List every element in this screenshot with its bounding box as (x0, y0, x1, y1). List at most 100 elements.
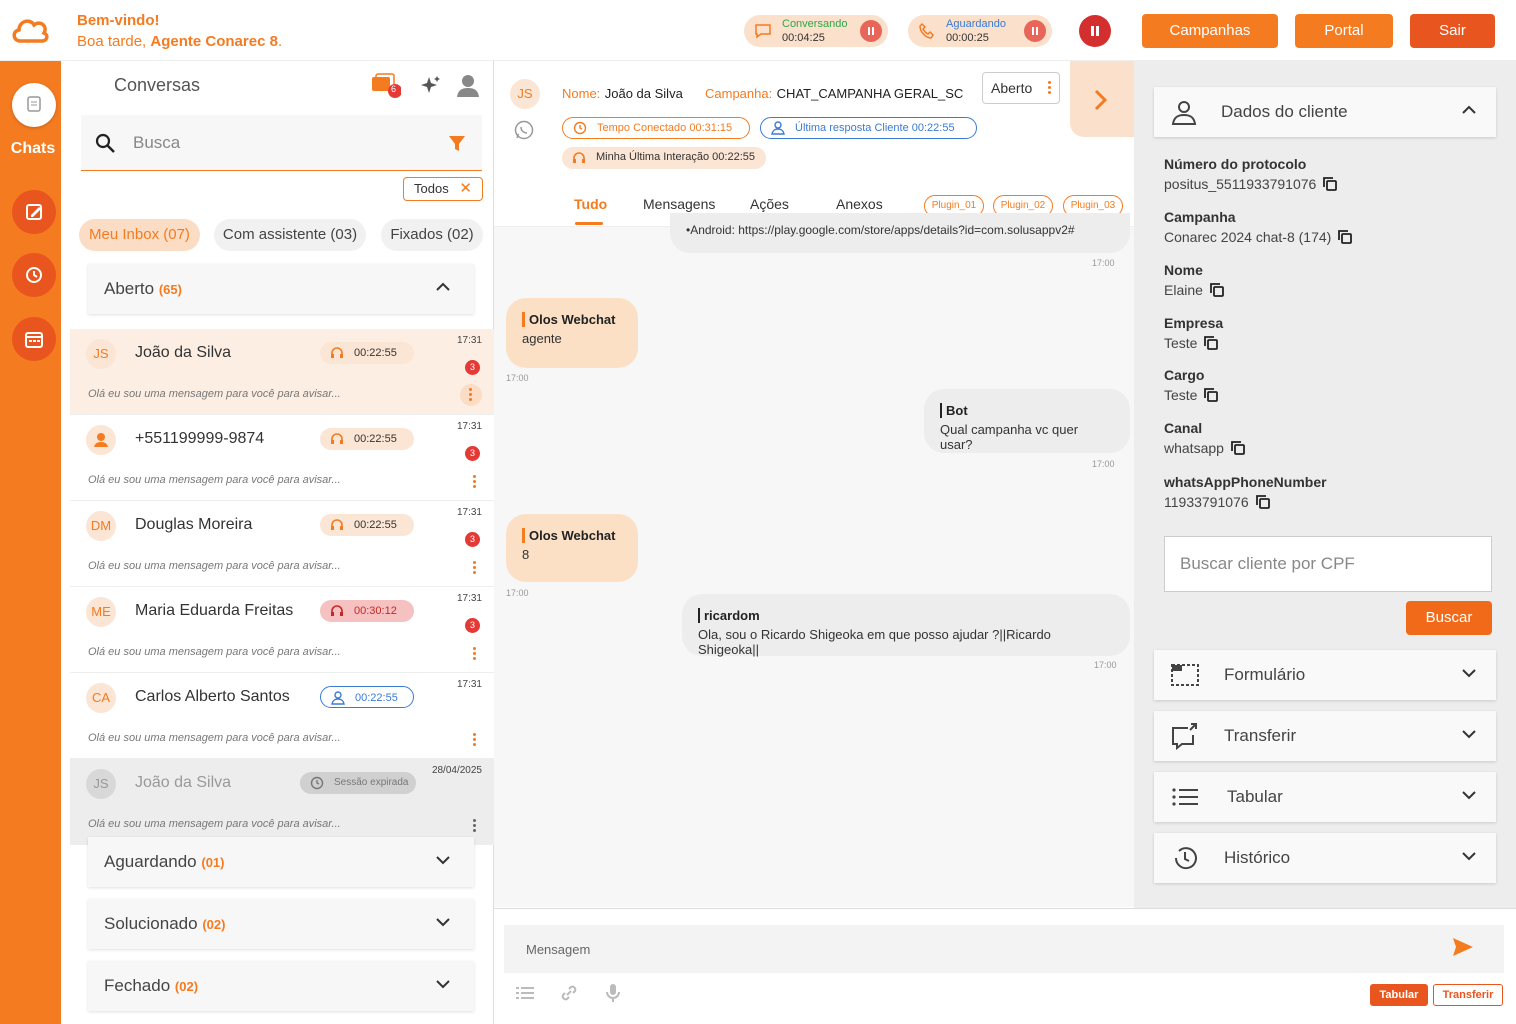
campaigns-button[interactable]: Campanhas (1142, 14, 1278, 48)
filter-chip-todos[interactable]: Todos ✕ (403, 177, 483, 201)
close-icon[interactable]: ✕ (459, 178, 472, 200)
filter-icon[interactable] (448, 135, 466, 153)
conversation-item-expired[interactable]: JS João da Silva Sessão expirada 28/04/2… (70, 759, 494, 845)
chevron-down-icon (436, 917, 450, 927)
more-options-icon[interactable] (473, 733, 476, 747)
tab-tudo[interactable]: Tudo (574, 196, 607, 212)
section-tabular[interactable]: Tabular (1154, 772, 1496, 822)
timer-badge-overdue: 00:30:12 (320, 600, 414, 622)
unread-badge: 3 (465, 618, 480, 633)
tab-fixados[interactable]: Fixados (02) (381, 219, 483, 251)
copy-icon[interactable] (1209, 282, 1225, 298)
search-client-button[interactable]: Buscar (1406, 601, 1492, 635)
whatsapp-icon (513, 119, 535, 141)
conversation-item[interactable]: ME Maria Eduarda Freitas 00:30:12 17:31 … (70, 587, 494, 673)
contact-name: Maria Eduarda Freitas (135, 602, 294, 619)
pause-chatting-button[interactable] (860, 20, 882, 42)
tab-com-assistente[interactable]: Com assistente (03) (214, 219, 366, 251)
more-options-icon[interactable] (473, 819, 476, 833)
timer-badge: 00:22:55 (320, 342, 414, 364)
notif-badge: 6 (391, 84, 397, 94)
more-vert-icon (1048, 81, 1051, 96)
chats-label: Chats (10, 140, 56, 157)
contact-name: João da Silva (135, 344, 232, 361)
list-icon[interactable] (516, 985, 534, 1001)
message-bubble-in: Olos Webchat 8 (506, 514, 638, 582)
more-options-icon[interactable] (473, 647, 476, 661)
conversation-item[interactable]: DM Douglas Moreira 00:22:55 17:31 3 Olá … (70, 501, 494, 587)
calendar-icon (25, 332, 43, 348)
preview: Olá eu sou uma mensagem para você para a… (88, 474, 341, 486)
pause-all-button[interactable] (1079, 15, 1111, 47)
user-assign-icon[interactable] (454, 72, 482, 98)
message-input[interactable] (504, 925, 1504, 973)
chevron-down-icon (436, 855, 450, 865)
campaign-name: CHAT_CAMPANHA GERAL_SC (776, 86, 964, 101)
microphone-icon[interactable] (605, 983, 621, 1003)
timer-badge: 00:22:55 (320, 686, 414, 708)
pause-waiting-button[interactable] (1024, 20, 1046, 42)
left-rail: Chats (0, 61, 61, 1024)
conversation-item[interactable]: CA Carlos Alberto Santos 00:22:55 17:31 … (70, 673, 494, 759)
exit-button[interactable]: Sair (1410, 14, 1495, 48)
history-icon (1170, 844, 1200, 872)
status-dropdown[interactable]: Aberto (982, 72, 1060, 104)
contact-name: João da Silva (135, 774, 232, 791)
headset-icon (330, 518, 344, 532)
edit-nav-button[interactable] (12, 190, 56, 234)
copy-icon[interactable] (1203, 387, 1219, 403)
clock-icon (310, 776, 324, 790)
search-input[interactable] (133, 133, 433, 153)
headset-icon (572, 151, 586, 165)
section-aberto[interactable]: Aberto (65) (88, 264, 474, 314)
tab-acoes[interactable]: Ações (750, 196, 789, 212)
more-options-icon[interactable] (473, 561, 476, 575)
portal-button[interactable]: Portal (1295, 14, 1393, 48)
chevron-down-icon (1462, 729, 1476, 739)
transferir-button[interactable]: Transferir (1433, 984, 1503, 1006)
cpf-search-input[interactable]: Buscar cliente por CPF (1164, 536, 1492, 592)
send-icon[interactable] (1452, 937, 1474, 957)
chevron-right-icon (1094, 89, 1108, 111)
more-options-icon[interactable] (473, 475, 476, 489)
history-icon (26, 267, 42, 283)
copy-icon[interactable] (1337, 229, 1353, 245)
avatar: CA (86, 683, 116, 713)
section-formulario[interactable]: Formulário (1154, 650, 1496, 700)
conversation-item[interactable]: JS João da Silva 00:22:55 17:31 3 Olá eu… (70, 329, 494, 415)
section-solucionado[interactable]: Solucionado (02) (88, 899, 474, 949)
tab-mensagens[interactable]: Mensagens (643, 196, 715, 212)
history-nav-button[interactable] (12, 253, 56, 297)
attach-link-icon[interactable] (560, 984, 578, 1002)
chats-nav-button[interactable] (12, 83, 56, 127)
search-icon (95, 133, 117, 155)
section-transferir[interactable]: Transferir (1154, 711, 1496, 761)
section-dados-cliente[interactable]: Dados do cliente (1154, 87, 1496, 137)
notifications-icon[interactable]: 6 (371, 73, 401, 101)
copy-icon[interactable] (1322, 176, 1338, 192)
chevron-down-icon (1462, 851, 1476, 861)
section-aguardando[interactable]: Aguardando (01) (88, 837, 474, 887)
section-historico[interactable]: Histórico (1154, 833, 1496, 883)
preview: Olá eu sou uma mensagem para você para a… (88, 560, 341, 572)
more-options-icon[interactable] (460, 384, 482, 406)
contact-name: João da Silva (604, 86, 683, 101)
person-icon (1170, 98, 1198, 126)
section-fechado[interactable]: Fechado (02) (88, 961, 474, 1011)
time: 17:31 (456, 335, 482, 346)
copy-icon[interactable] (1203, 335, 1219, 351)
tab-anexos[interactable]: Anexos (836, 196, 883, 212)
conversation-item[interactable]: +551199999-9874 00:22:55 17:31 3 Olá eu … (70, 415, 494, 501)
tab-meu-inbox[interactable]: Meu Inbox (07) (79, 219, 200, 251)
sparkle-icon[interactable] (421, 75, 441, 95)
session-expired-badge: Sessão expirada (300, 772, 416, 794)
preview: Olá eu sou uma mensagem para você para a… (88, 818, 341, 830)
copy-icon[interactable] (1255, 494, 1271, 510)
expand-panel-button[interactable] (1070, 61, 1134, 137)
time: 17:31 (456, 679, 482, 690)
calendar-nav-button[interactable] (12, 317, 56, 361)
copy-icon[interactable] (1230, 440, 1246, 456)
tabular-button[interactable]: Tabular (1370, 984, 1428, 1006)
list-icon (1170, 783, 1200, 811)
avatar: DM (86, 511, 116, 541)
